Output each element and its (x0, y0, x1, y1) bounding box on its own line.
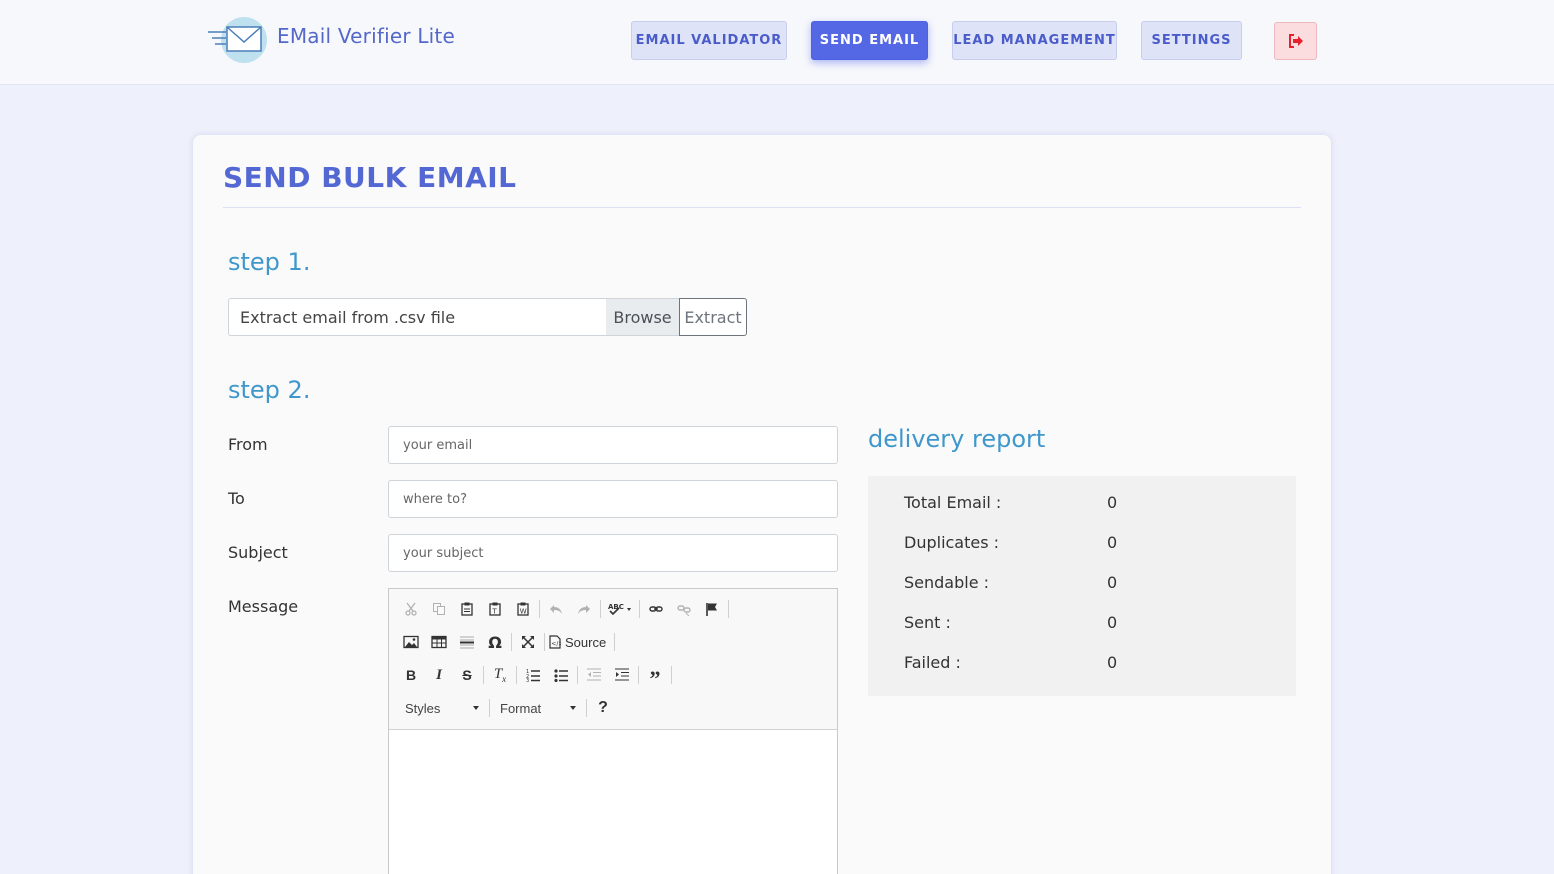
nav-email-validator-button[interactable]: EMAIL VALIDATOR (631, 21, 787, 60)
redo-icon[interactable] (572, 597, 596, 621)
from-input[interactable] (388, 426, 838, 464)
svg-text:</>: </> (551, 641, 561, 648)
sent-value: 0 (1107, 613, 1118, 632)
duplicates-value: 0 (1107, 533, 1118, 552)
table-icon[interactable] (427, 630, 451, 654)
bulleted-list-icon[interactable] (549, 663, 573, 687)
chevron-down-icon (473, 706, 479, 710)
maximize-icon[interactable] (516, 630, 540, 654)
paste-from-word-icon[interactable]: W (511, 597, 535, 621)
step1-heading: step 1. (228, 248, 311, 276)
subject-label: Subject (228, 543, 288, 562)
toolbar-separator (483, 666, 484, 684)
toolbar-separator (511, 633, 512, 651)
browse-button[interactable]: Browse (606, 298, 680, 336)
failed-label: Failed : (904, 653, 961, 672)
svg-text:T: T (492, 608, 498, 616)
paste-text-icon[interactable]: T (483, 597, 507, 621)
nav-lead-management-button[interactable]: LEAD MANAGEMENT (952, 21, 1117, 60)
toolbar-separator (539, 600, 540, 618)
page-title: SEND BULK EMAIL (223, 161, 517, 194)
sent-label: Sent : (904, 613, 951, 632)
brand-title[interactable]: EMail Verifier Lite (277, 24, 455, 48)
editor-content-area[interactable] (389, 731, 837, 874)
toolbar-separator (671, 666, 672, 684)
anchor-flag-icon[interactable] (700, 597, 724, 621)
outdent-icon[interactable] (582, 663, 606, 687)
extract-button[interactable]: Extract (679, 298, 747, 336)
toolbar-separator (544, 633, 545, 651)
styles-dropdown[interactable]: Styles (399, 696, 485, 720)
csv-file-input[interactable]: Extract email from .csv file (228, 298, 607, 336)
source-button[interactable]: </> Source (549, 630, 606, 654)
toolbar-separator (638, 666, 639, 684)
svg-text:ABC: ABC (608, 603, 624, 611)
horizontal-line-icon[interactable] (455, 630, 479, 654)
nav-send-email-button[interactable]: SEND EMAIL (811, 21, 928, 60)
step2-heading: step 2. (228, 376, 311, 404)
unlink-icon[interactable] (672, 597, 696, 621)
source-icon: </> (549, 635, 561, 649)
toolbar-separator (586, 699, 587, 717)
paste-icon[interactable] (455, 597, 479, 621)
failed-value: 0 (1107, 653, 1118, 672)
sendable-label: Sendable : (904, 573, 990, 592)
undo-icon[interactable] (544, 597, 568, 621)
delivery-report-heading: delivery report (868, 425, 1046, 453)
help-label: ? (598, 699, 608, 716)
source-label: Source (565, 634, 607, 650)
toolbar-separator (516, 666, 517, 684)
format-label: Format (500, 700, 542, 716)
indent-icon[interactable] (610, 663, 634, 687)
top-navbar: EMail Verifier Lite EMAIL VALIDATOR SEND… (0, 0, 1554, 85)
nav-settings-button[interactable]: SETTINGS (1141, 21, 1242, 60)
envelope-logo-icon[interactable] (206, 16, 268, 64)
send-bulk-email-card: SEND BULK EMAIL step 1. Extract email fr… (193, 135, 1331, 874)
toolbar-separator (728, 600, 729, 618)
sendable-value: 0 (1107, 573, 1118, 592)
to-label: To (228, 489, 245, 508)
toolbar-separator (639, 600, 640, 618)
blockquote-icon[interactable]: ” (643, 663, 667, 690)
bold-icon[interactable]: B (399, 663, 423, 687)
message-label: Message (228, 597, 299, 616)
help-icon[interactable]: ? (591, 696, 615, 720)
sign-out-icon (1288, 34, 1303, 48)
delivery-report-panel: Total Email : 0 Duplicates : 0 Sendable … (868, 476, 1296, 696)
svg-text:W: W (520, 608, 527, 616)
editor-toolbar: T W ABC Ω </> Source B I S Tx 1 2 3 ” St… (389, 589, 837, 730)
subject-input[interactable] (388, 534, 838, 572)
format-dropdown[interactable]: Format (494, 696, 582, 720)
image-icon[interactable] (399, 630, 423, 654)
remove-format-icon[interactable]: Tx (488, 663, 512, 687)
strikethrough-icon[interactable]: S (455, 663, 479, 687)
toolbar-separator (600, 600, 601, 618)
title-divider (223, 207, 1301, 208)
toolbar-separator (577, 666, 578, 684)
message-editor: T W ABC Ω </> Source B I S Tx 1 2 3 ” St… (388, 588, 838, 874)
italic-icon[interactable]: I (427, 663, 451, 687)
chevron-down-icon (570, 706, 576, 710)
copy-icon[interactable] (427, 597, 451, 621)
total-email-value: 0 (1107, 493, 1118, 512)
total-email-label: Total Email : (904, 493, 1002, 512)
link-icon[interactable] (644, 597, 668, 621)
styles-label: Styles (405, 700, 441, 716)
to-input[interactable] (388, 480, 838, 518)
toolbar-separator (614, 633, 616, 651)
duplicates-label: Duplicates : (904, 533, 1000, 552)
logout-button[interactable] (1274, 22, 1317, 60)
toolbar-separator (489, 699, 490, 717)
spellcheck-icon[interactable]: ABC (605, 597, 635, 621)
numbered-list-icon[interactable]: 123 (521, 663, 545, 687)
svg-text:3: 3 (526, 678, 529, 682)
cut-icon[interactable] (399, 597, 423, 621)
from-label: From (228, 435, 268, 454)
special-char-omega-icon[interactable]: Ω (483, 630, 507, 654)
